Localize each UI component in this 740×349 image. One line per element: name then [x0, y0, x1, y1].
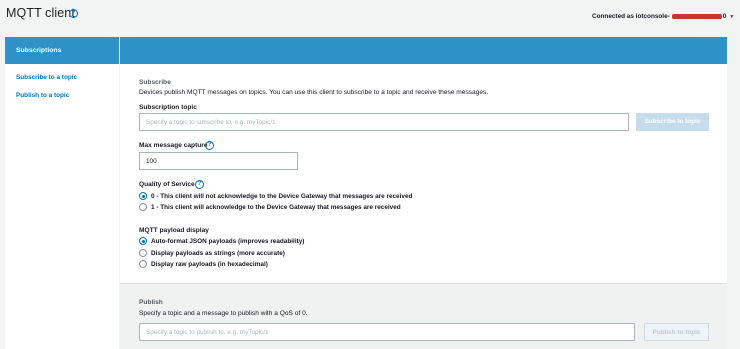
- max-capture-info-icon[interactable]: ?: [205, 141, 214, 150]
- qos-label: Quality of Service: [139, 181, 195, 188]
- publish-title: Publish: [139, 299, 163, 306]
- payload-option-raw[interactable]: Display raw payloads (in hexadecimal): [139, 260, 268, 270]
- radio-unselected[interactable]: [139, 203, 147, 211]
- max-capture-label: Max message capture: [139, 142, 208, 149]
- connection-suffix: 0: [722, 13, 727, 20]
- connection-prefix: Connected as iotconsole-: [592, 13, 670, 20]
- redacted-hostname: [671, 13, 722, 19]
- sidebar: Subscriptions Subscribe to a topic Publi…: [5, 37, 119, 349]
- publish-panel: Publish Specify a topic and a message to…: [120, 284, 727, 349]
- subscribe-panel: Subscribe Devices publish MQTT messages …: [120, 64, 727, 284]
- radio-selected[interactable]: [139, 237, 147, 245]
- info-icon[interactable]: ?: [69, 9, 78, 18]
- payload-option-json[interactable]: Auto-format JSON payloads (improves read…: [139, 237, 304, 247]
- radio-selected[interactable]: [139, 192, 147, 200]
- page-title: MQTT client: [6, 6, 75, 20]
- subscribe-button[interactable]: Subscribe to topic: [636, 113, 709, 131]
- radio-unselected[interactable]: [139, 249, 147, 257]
- payload-option-string[interactable]: Display payloads as strings (more accura…: [139, 249, 285, 259]
- qos-option-1[interactable]: 1 - This client will acknowledge to the …: [139, 203, 401, 213]
- radio-unselected[interactable]: [139, 260, 147, 268]
- publish-button[interactable]: Publish to topic: [644, 323, 709, 341]
- caret-down-icon[interactable]: ▼: [729, 14, 734, 20]
- qos-option-0[interactable]: 0 - This client will not acknowledge to …: [139, 192, 412, 202]
- sidebar-heading: Subscriptions: [5, 37, 119, 64]
- publish-description: Specify a topic and a message to publish…: [139, 310, 308, 317]
- payload-display-label: MQTT payload display: [139, 227, 209, 234]
- top-bar: MQTT client ? Connected as iotconsole- 0 ▼: [0, 0, 740, 30]
- main-header-band: [120, 37, 727, 64]
- subscribe-title: Subscribe: [139, 79, 171, 86]
- qos-info-icon[interactable]: ?: [195, 180, 204, 189]
- subscription-topic-label: Subscription topic: [139, 104, 197, 111]
- subscribe-description: Devices publish MQTT messages on topics.…: [139, 89, 489, 96]
- sidebar-item-publish[interactable]: Publish to a topic: [16, 92, 119, 99]
- connection-status[interactable]: Connected as iotconsole- 0 ▼: [592, 13, 734, 20]
- max-capture-input[interactable]: [139, 152, 298, 170]
- subscription-topic-input[interactable]: [139, 113, 629, 131]
- publish-topic-input[interactable]: [139, 323, 635, 341]
- sidebar-item-subscribe[interactable]: Subscribe to a topic: [16, 74, 119, 81]
